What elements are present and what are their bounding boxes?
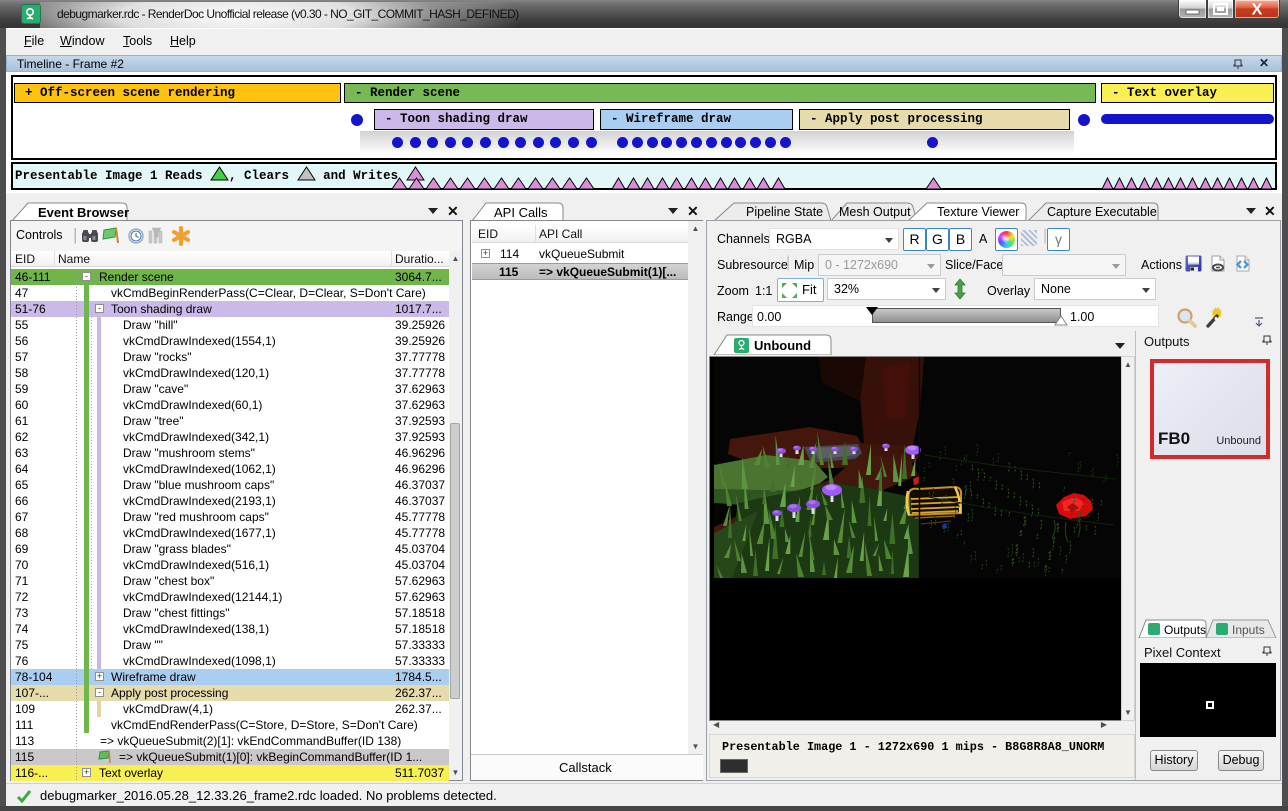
svg-text:Inputs: Inputs <box>1232 623 1265 637</box>
svg-text:X: X <box>1252 2 1263 18</box>
svg-text:Unbound: Unbound <box>754 338 811 353</box>
svg-text:Event Browser: Event Browser <box>38 205 129 220</box>
svg-text:Outputs: Outputs <box>1164 623 1206 637</box>
svg-text:Pipeline State: Pipeline State <box>746 205 823 219</box>
svg-text:API Calls: API Calls <box>494 205 548 220</box>
svg-text:Capture Executable: Capture Executable <box>1047 205 1157 219</box>
svg-text:Texture Viewer: Texture Viewer <box>937 205 1019 219</box>
svg-text:Mesh Output: Mesh Output <box>839 205 911 219</box>
